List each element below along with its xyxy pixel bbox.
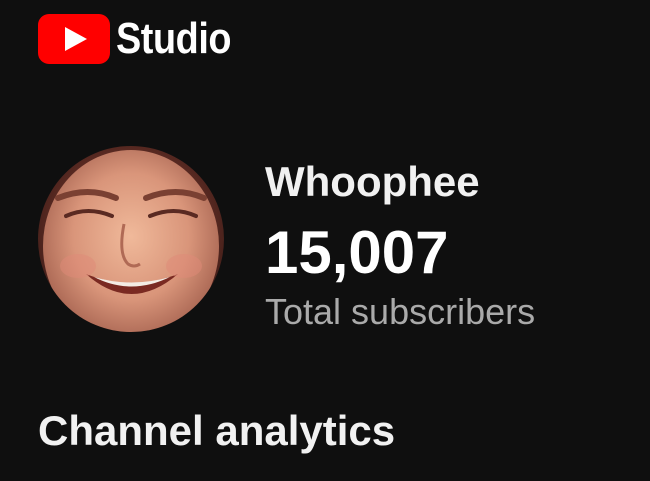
channel-info: Whoophee 15,007 Total subscribers: [265, 158, 535, 334]
channel-avatar[interactable]: [38, 146, 224, 332]
subscriber-count: 15,007: [265, 219, 449, 286]
subscriber-label: Total subscribers: [265, 291, 536, 332]
section-title: Channel analytics: [38, 407, 396, 454]
channel-name[interactable]: Whoophee: [265, 158, 535, 206]
youtube-logo-icon[interactable]: [38, 14, 110, 64]
brand-text: Studio: [116, 14, 232, 63]
app-header: Studio: [38, 14, 250, 64]
